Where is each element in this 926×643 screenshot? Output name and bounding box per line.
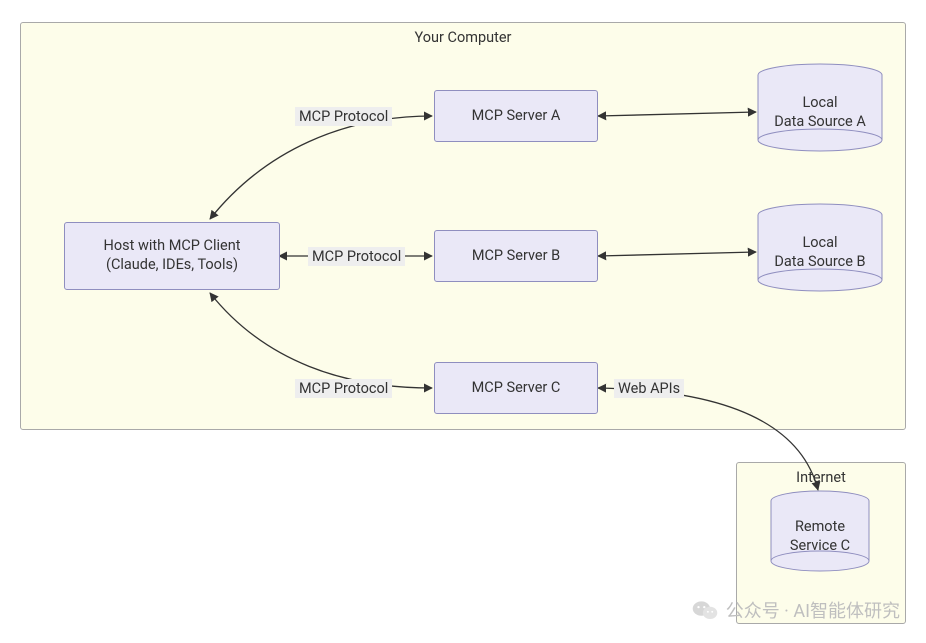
- wechat-icon: [692, 599, 718, 621]
- edge-server-a-source-a: [598, 112, 756, 116]
- node-mcp-server-c-label: MCP Server C: [472, 379, 561, 398]
- watermark-text: 公众号 · AI智能体研究: [726, 597, 900, 623]
- edge-server-c-remote-c: [598, 388, 818, 490]
- edge-host-server-c: [210, 293, 432, 388]
- node-host-mcp-client: Host with MCP Client (Claude, IDEs, Tool…: [64, 222, 280, 290]
- mcp-architecture-diagram: Your Computer Internet: [0, 0, 926, 643]
- cylinder-data-source-b: [758, 204, 882, 291]
- node-mcp-server-a-label: MCP Server A: [472, 107, 561, 126]
- edge-label-protocol-c: MCP Protocol: [295, 379, 392, 398]
- node-host-line1: Host with MCP Client: [104, 237, 241, 256]
- node-host-line2: (Claude, IDEs, Tools): [104, 256, 241, 275]
- cylinder-data-source-a: [758, 64, 882, 151]
- node-mcp-server-c: MCP Server C: [434, 362, 598, 414]
- edge-label-protocol-a: MCP Protocol: [295, 107, 392, 126]
- watermark: 公众号 · AI智能体研究: [692, 597, 900, 623]
- edge-server-b-source-b: [598, 252, 756, 256]
- node-mcp-server-b-label: MCP Server B: [472, 247, 560, 266]
- cylinder-remote-service-c: [771, 491, 869, 571]
- edge-label-protocol-b: MCP Protocol: [308, 247, 405, 266]
- edge-label-web-apis: Web APIs: [614, 379, 684, 398]
- node-mcp-server-a: MCP Server A: [434, 90, 598, 142]
- edge-host-server-a: [210, 116, 432, 219]
- node-mcp-server-b: MCP Server B: [434, 230, 598, 282]
